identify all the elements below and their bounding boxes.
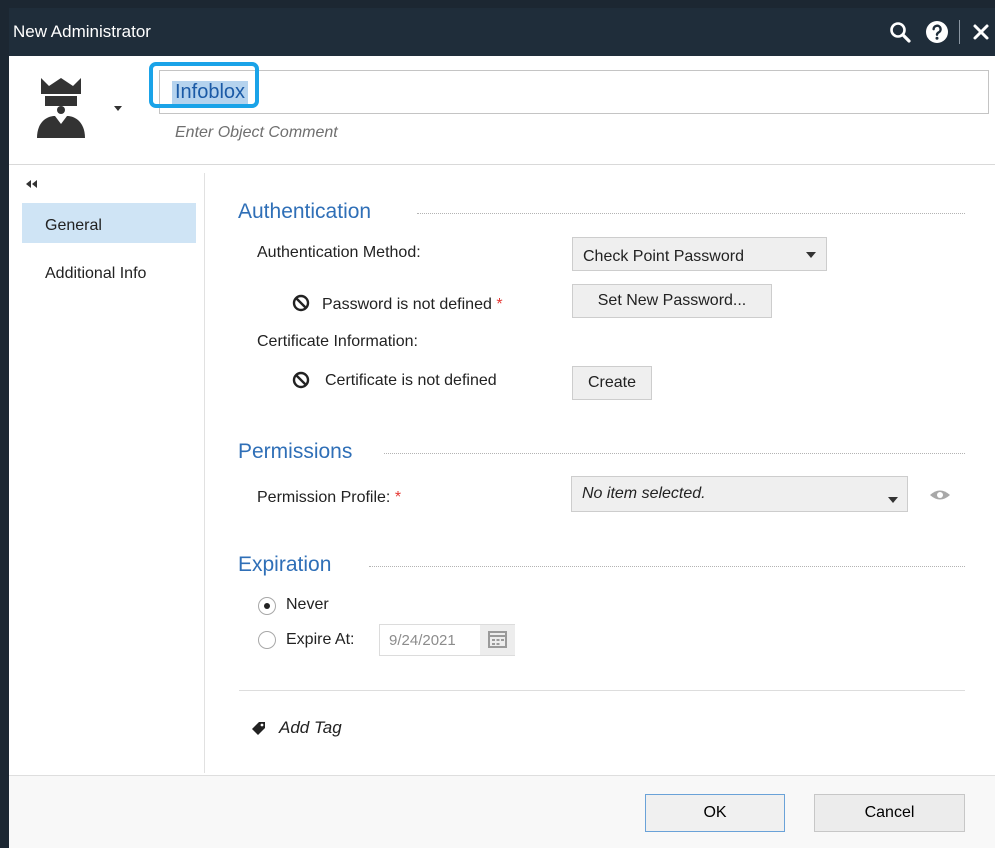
authentication-method-value: Check Point Password <box>583 248 744 265</box>
expiration-title: Expiration <box>238 553 332 576</box>
title-bar: New Administrator <box>9 8 995 56</box>
close-icon[interactable] <box>969 20 993 44</box>
never-radio[interactable] <box>258 597 276 615</box>
permissions-title: Permissions <box>238 440 353 463</box>
expire-at-label[interactable]: Expire At: <box>286 631 354 649</box>
expiration-date-value: 9/24/2021 <box>389 632 456 649</box>
sidebar-divider <box>204 173 205 773</box>
expiration-date-field[interactable]: 9/24/2021 <box>379 624 515 656</box>
section-divider <box>369 566 965 567</box>
calendar-icon[interactable] <box>480 625 515 655</box>
permission-profile-select[interactable]: No item selected. <box>571 476 908 512</box>
authentication-method-select[interactable]: Check Point Password <box>572 237 827 271</box>
expire-at-radio[interactable] <box>258 631 276 649</box>
permission-profile-label: Permission Profile: * <box>257 489 401 507</box>
header-divider <box>9 164 995 165</box>
ok-button[interactable]: OK <box>645 794 785 832</box>
sidebar-nav: General Additional Info <box>22 203 196 291</box>
required-marker: * <box>496 296 503 313</box>
object-header: Infoblox Enter Object Comment <box>9 56 995 166</box>
object-name-input[interactable] <box>159 70 989 114</box>
double-chevron-left-icon[interactable] <box>25 176 39 188</box>
add-tag-link[interactable]: Add Tag <box>279 718 342 738</box>
search-icon[interactable] <box>888 20 912 44</box>
object-comment-field[interactable]: Enter Object Comment <box>175 124 338 142</box>
cancel-button[interactable]: Cancel <box>814 794 965 832</box>
password-status-label: Password is not defined <box>322 296 492 313</box>
help-icon[interactable] <box>925 20 949 44</box>
set-new-password-button[interactable]: Set New Password... <box>572 284 772 318</box>
new-administrator-dialog: New Administrator Infoblox Enter Object … <box>9 8 995 848</box>
view-eye-icon[interactable] <box>929 488 951 502</box>
window-title: New Administrator <box>13 22 151 41</box>
chevron-down-icon <box>888 497 898 503</box>
admin-crown-icon[interactable] <box>33 76 89 140</box>
required-marker: * <box>394 489 402 506</box>
chevron-down-icon <box>806 252 816 258</box>
create-certificate-button[interactable]: Create <box>572 366 652 400</box>
tag-divider <box>239 690 965 691</box>
object-name-value[interactable]: Infoblox <box>172 81 249 104</box>
sidebar-item-general[interactable]: General <box>22 203 196 243</box>
certificate-status-text: Certificate is not defined <box>325 372 497 389</box>
titlebar-divider <box>959 20 960 44</box>
certificate-information-label: Certificate Information: <box>257 333 418 350</box>
section-divider <box>417 213 965 214</box>
password-status-text: Password is not defined * <box>322 296 503 314</box>
tag-icon[interactable] <box>250 720 266 736</box>
sidebar-item-additional-info[interactable]: Additional Info <box>22 251 196 291</box>
authentication-title: Authentication <box>238 200 372 223</box>
avatar-dropdown-chevron-icon[interactable] <box>112 101 124 113</box>
section-divider <box>384 453 965 454</box>
authentication-method-label: Authentication Method: <box>257 244 421 261</box>
not-defined-icon <box>292 294 310 312</box>
never-label[interactable]: Never <box>286 596 329 614</box>
permission-profile-value: No item selected. <box>582 485 706 502</box>
not-defined-icon <box>292 371 310 389</box>
permission-profile-text: Permission Profile: <box>257 489 391 506</box>
